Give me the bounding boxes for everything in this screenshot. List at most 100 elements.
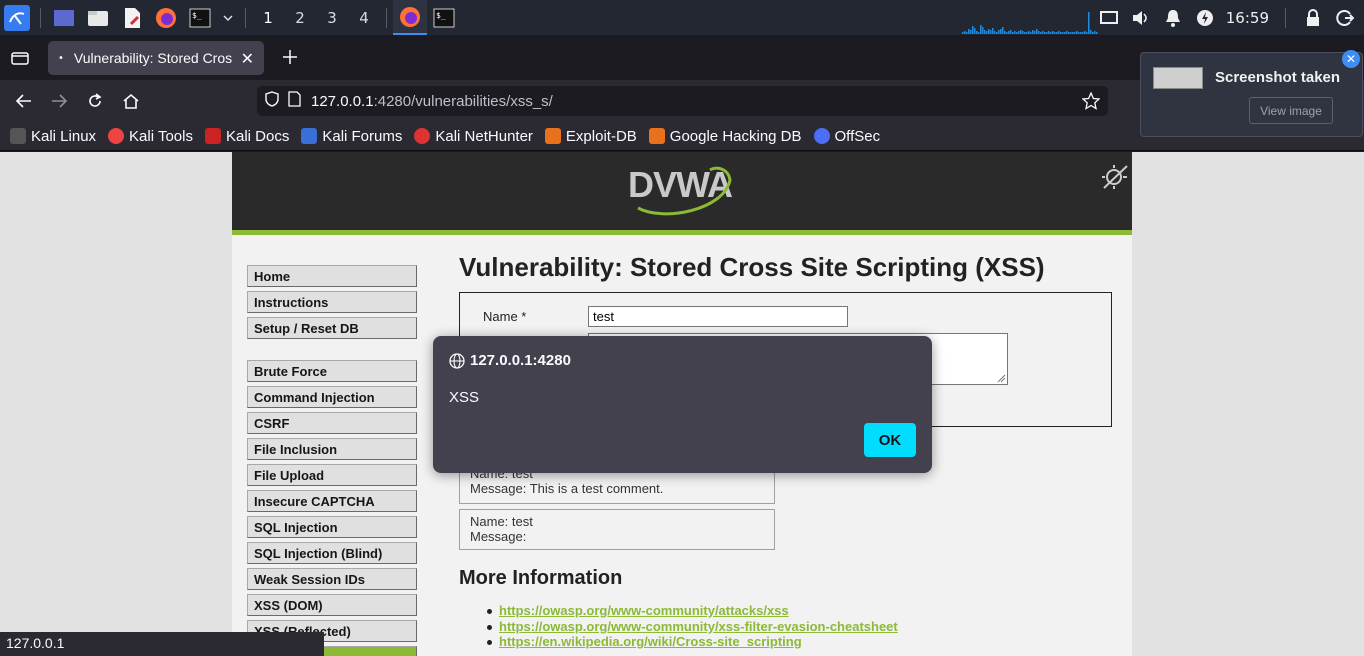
workspace-3[interactable]: 3 <box>316 9 348 27</box>
workspace-1[interactable]: 1 <box>252 9 284 27</box>
tab-overview-icon[interactable] <box>7 44 33 70</box>
graph-bar <box>1062 32 1064 34</box>
graph-bar <box>980 25 982 34</box>
display-icon[interactable] <box>1098 7 1120 29</box>
bookmark-star-icon[interactable] <box>1081 91 1101 114</box>
nethunter-icon <box>414 128 431 144</box>
graph-bar <box>1058 31 1060 34</box>
graph-bar <box>1010 30 1012 34</box>
menu-home[interactable]: Home <box>247 265 417 287</box>
menu-instructions[interactable]: Instructions <box>247 291 417 313</box>
volume-icon[interactable] <box>1130 7 1152 29</box>
graph-bar <box>1030 32 1032 34</box>
name-input[interactable] <box>588 306 848 327</box>
bookmark-kali-forums[interactable]: Kali Forums <box>301 128 402 145</box>
terminal-icon[interactable]: $_ <box>187 5 213 31</box>
menu-sql-injection[interactable]: SQL Injection <box>247 516 417 538</box>
graph-bar <box>1068 32 1070 34</box>
graph-bar <box>1012 32 1014 34</box>
name-label: Name * <box>483 309 527 324</box>
offsec-icon <box>813 128 830 144</box>
link-owasp-xss[interactable]: https://owasp.org/www-community/attacks/… <box>499 603 789 618</box>
kali-forums-icon <box>301 128 318 144</box>
bookmark-kali-linux[interactable]: Kali Linux <box>10 128 96 145</box>
close-notification-icon[interactable]: ✕ <box>1342 50 1360 68</box>
menu-xss-dom[interactable]: XSS (DOM) <box>247 594 417 616</box>
menu-command-injection[interactable]: Command Injection <box>247 386 417 408</box>
graph-bar <box>1060 32 1062 34</box>
link-wikipedia-xss[interactable]: https://en.wikipedia.org/wiki/Cross-site… <box>499 634 802 649</box>
bookmark-google-hacking-db[interactable]: Google Hacking DB <box>648 128 802 145</box>
bookmark-exploit-db[interactable]: Exploit-DB <box>544 127 637 145</box>
resize-handle-icon[interactable] <box>996 373 1006 383</box>
menu-file-upload[interactable]: File Upload <box>247 464 417 486</box>
home-button[interactable] <box>118 88 144 114</box>
separator <box>40 7 41 28</box>
firefox-window-button[interactable] <box>393 0 427 35</box>
terminal-window-button[interactable]: $_ <box>427 0 461 35</box>
graph-bar <box>984 30 986 34</box>
bookmark-kali-nethunter[interactable]: Kali NetHunter <box>414 128 533 145</box>
tab-loading-dot-icon: • <box>58 52 64 64</box>
logout-icon[interactable] <box>1334 7 1356 29</box>
bookmark-label: Exploit-DB <box>565 127 637 145</box>
separator <box>245 7 246 28</box>
back-button[interactable] <box>11 88 37 114</box>
screenshot-thumbnail[interactable] <box>1153 67 1203 89</box>
menu-insecure-captcha[interactable]: Insecure CAPTCHA <box>247 490 417 512</box>
graph-bar <box>970 30 972 34</box>
theme-toggle-icon[interactable] <box>1100 162 1130 196</box>
lock-icon[interactable] <box>1302 7 1324 29</box>
power-manager-icon[interactable] <box>1194 7 1216 29</box>
view-image-button[interactable]: View image <box>1249 97 1333 124</box>
url-bar[interactable]: 127.0.0.1:4280/vulnerabilities/xss_s/ <box>257 86 1108 116</box>
graph-bar <box>1040 32 1042 34</box>
dialog-message: XSS <box>449 389 480 406</box>
menu-brute-force[interactable]: Brute Force <box>247 360 417 382</box>
graph-bar <box>1074 32 1076 34</box>
bookmark-offsec[interactable]: OffSec <box>813 128 880 145</box>
close-tab-icon[interactable]: ✕ <box>241 49 254 68</box>
graph-bar <box>1046 32 1048 34</box>
menu-weak-session-ids[interactable]: Weak Session IDs <box>247 568 417 590</box>
reload-button[interactable] <box>82 88 108 114</box>
graph-bar <box>1016 32 1018 34</box>
workspace-4[interactable]: 4 <box>348 9 380 27</box>
graph-bar <box>1038 31 1040 34</box>
graph-bar <box>1004 31 1006 34</box>
dialog-origin: 127.0.0.1:4280 <box>449 352 571 369</box>
menu-setup-reset-db[interactable]: Setup / Reset DB <box>247 317 417 339</box>
kali-menu-icon[interactable] <box>4 4 30 31</box>
forward-button[interactable] <box>46 88 72 114</box>
ok-button[interactable]: OK <box>864 423 916 457</box>
tracking-protection-shield-icon[interactable] <box>265 91 279 111</box>
graph-bar <box>992 28 994 34</box>
graph-bar <box>1044 32 1046 34</box>
page-info-icon[interactable] <box>288 91 301 111</box>
clock[interactable]: 16:59 <box>1226 9 1269 27</box>
menu-file-inclusion[interactable]: File Inclusion <box>247 438 417 460</box>
kali-dragon-icon <box>10 128 26 144</box>
new-tab-button[interactable] <box>277 44 303 70</box>
bookmark-kali-docs[interactable]: Kali Docs <box>204 128 289 145</box>
entry-message: Message: This is a test comment. <box>470 481 664 496</box>
firefox-icon[interactable] <box>153 5 179 31</box>
graph-bar <box>1056 32 1058 34</box>
dvwa-logo-swoosh-icon <box>637 166 732 216</box>
notification-bell-icon[interactable] <box>1162 7 1184 29</box>
graph-bar <box>1022 31 1024 34</box>
text-editor-icon[interactable] <box>119 5 145 31</box>
graph-bar <box>1042 31 1044 34</box>
show-desktop-icon[interactable] <box>51 5 77 31</box>
chevron-down-icon[interactable] <box>221 5 235 31</box>
menu-csrf[interactable]: CSRF <box>247 412 417 434</box>
guestbook-entry: Name: test Message: <box>459 509 775 550</box>
menu-sql-injection-blind[interactable]: SQL Injection (Blind) <box>247 542 417 564</box>
workspace-2[interactable]: 2 <box>284 9 316 27</box>
graph-bar <box>990 30 992 34</box>
graph-bar <box>1026 32 1028 34</box>
files-icon[interactable] <box>85 5 111 31</box>
bookmark-kali-tools[interactable]: Kali Tools <box>108 128 193 145</box>
browser-tab-active[interactable]: • Vulnerability: Stored Cros ✕ <box>48 41 264 75</box>
link-owasp-filter-evasion[interactable]: https://owasp.org/www-community/xss-filt… <box>499 619 898 634</box>
